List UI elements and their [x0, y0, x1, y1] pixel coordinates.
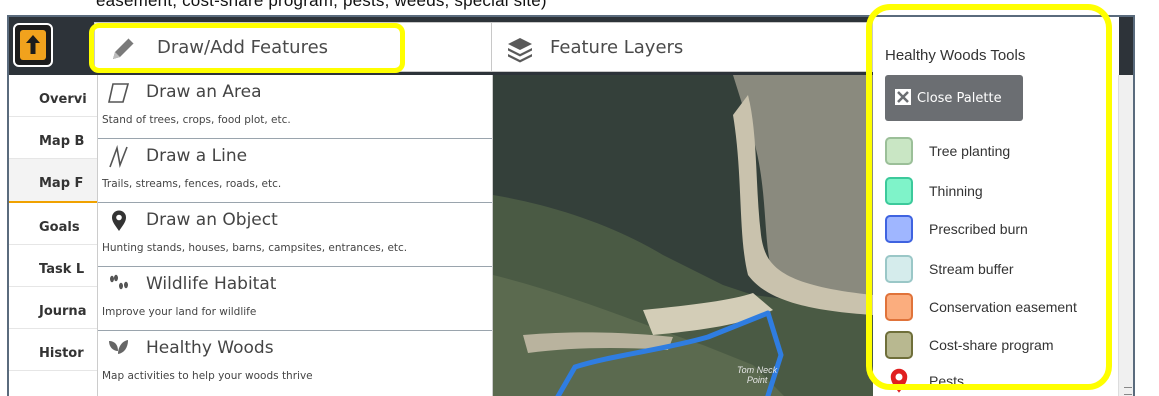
paw-prints-icon: [106, 273, 132, 297]
area-icon: [106, 81, 132, 105]
highlight-palette: [866, 4, 1112, 390]
menu-item-subtitle: Map activities to help your woods thrive: [102, 370, 313, 382]
nav-item-map-base[interactable]: Map B: [9, 117, 99, 159]
menu-item-title: Draw an Object: [146, 210, 278, 230]
menu-item-title: Draw an Area: [146, 82, 262, 102]
upload-button[interactable]: [13, 23, 53, 67]
upload-arrow-icon: [20, 30, 46, 60]
menu-item-healthy-woods[interactable]: Healthy Woods Map activities to help you…: [98, 331, 492, 396]
menu-item-title: Healthy Woods: [146, 338, 274, 358]
map-place-label: Tom Neck Point: [737, 365, 777, 385]
nav-item-overview[interactable]: Overvi: [9, 75, 99, 117]
map-place-label-line1: Tom Neck: [737, 365, 778, 375]
caption-text: easement, cost-share program, pests, wee…: [96, 0, 547, 10]
scrollbar-grip-icon: [1124, 387, 1132, 395]
nav-item-goals[interactable]: Goals: [9, 203, 99, 245]
menu-item-subtitle: Stand of trees, crops, food plot, etc.: [102, 114, 291, 126]
map-place-label-line2: Point: [746, 375, 768, 385]
menu-item-title: Wildlife Habitat: [146, 274, 277, 294]
nav-item-task-list[interactable]: Task L: [9, 245, 99, 287]
nav-item-history[interactable]: Histor: [9, 329, 99, 371]
tab-layers-label: Feature Layers: [550, 37, 684, 58]
map-pin-icon: [106, 209, 132, 233]
menu-item-draw-line[interactable]: Draw a Line Trails, streams, fences, roa…: [98, 139, 492, 203]
nav-item-map-features[interactable]: Map F: [9, 159, 99, 203]
menu-item-wildlife-habitat[interactable]: Wildlife Habitat Improve your land for w…: [98, 267, 492, 331]
line-icon: [106, 144, 132, 169]
menu-item-title: Draw a Line: [146, 146, 248, 166]
menu-item-draw-area[interactable]: Draw an Area Stand of trees, crops, food…: [98, 75, 492, 139]
satellite-map[interactable]: Tom Neck Point: [493, 75, 873, 396]
tab-feature-layers[interactable]: Feature Layers: [491, 22, 873, 72]
highlight-draw-tab: [89, 23, 405, 73]
menu-item-draw-object[interactable]: Draw an Object Hunting stands, houses, b…: [98, 203, 492, 267]
menu-item-subtitle: Hunting stands, houses, barns, campsites…: [102, 242, 408, 254]
nav-item-journal[interactable]: Journa: [9, 287, 99, 329]
map-imagery: [493, 75, 873, 396]
menu-item-subtitle: Trails, streams, fences, roads, etc.: [102, 178, 282, 190]
menu-item-subtitle: Improve your land for wildlife: [102, 306, 257, 318]
leaf-icon: [106, 337, 132, 361]
left-nav: Overvi Map B Map F Goals Task L Journa H…: [9, 75, 99, 396]
layers-icon: [506, 35, 534, 67]
scrollbar[interactable]: [1118, 75, 1133, 396]
draw-features-menu: Draw an Area Stand of trees, crops, food…: [97, 75, 493, 396]
